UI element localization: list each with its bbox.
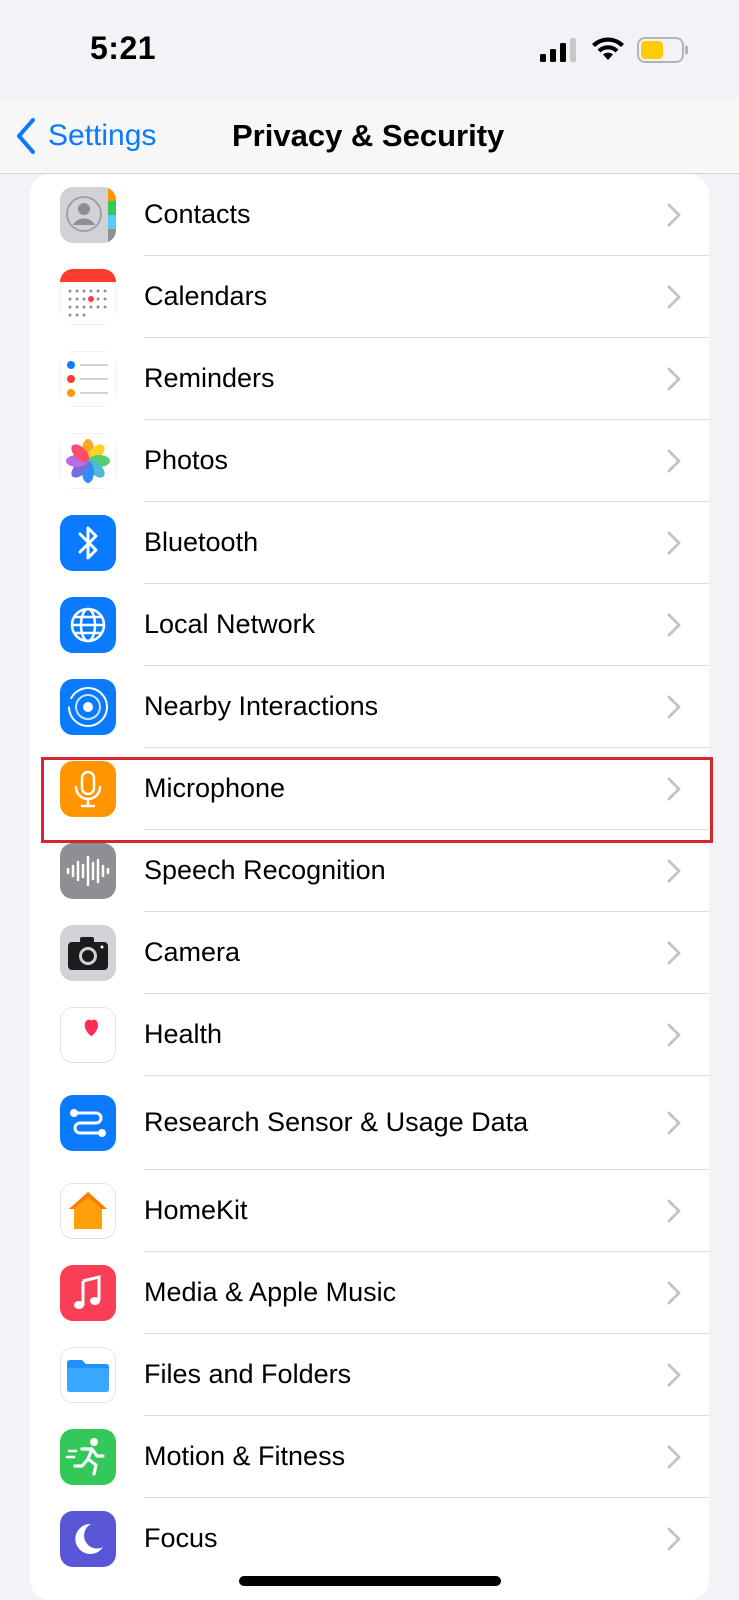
chevron-right-icon (667, 613, 681, 637)
bluetooth-icon (60, 515, 116, 571)
list-item-health[interactable]: Health (30, 994, 709, 1076)
chevron-right-icon (667, 1199, 681, 1223)
chevron-right-icon (667, 285, 681, 309)
globe-icon (60, 597, 116, 653)
back-button[interactable]: Settings (14, 114, 156, 158)
chevron-right-icon (667, 1363, 681, 1387)
list-item-calendars[interactable]: Calendars (30, 256, 709, 338)
list-item-label: Camera (144, 937, 241, 967)
reminders-icon (60, 351, 116, 407)
list-item-label: Research Sensor & Usage Data (144, 1107, 529, 1137)
list-item-reminders[interactable]: Reminders (30, 338, 709, 420)
chevron-right-icon (667, 1023, 681, 1047)
chevron-right-icon (667, 695, 681, 719)
list-item-contacts[interactable]: Contacts (30, 174, 709, 256)
chevron-right-icon (667, 1281, 681, 1305)
list-item-label: Reminders (144, 363, 275, 393)
chevron-right-icon (667, 1111, 681, 1135)
chevron-right-icon (667, 941, 681, 965)
list-item-label: Files and Folders (144, 1359, 352, 1389)
research-icon (60, 1095, 116, 1151)
calendar-icon (60, 269, 116, 325)
list-item-label: Microphone (144, 773, 286, 803)
list-item-label: Contacts (144, 199, 251, 229)
list-item-local-network[interactable]: Local Network (30, 584, 709, 666)
contacts-icon (60, 187, 116, 243)
running-figure-icon (60, 1429, 116, 1485)
page-title: Privacy & Security (232, 118, 505, 153)
chevron-right-icon (667, 203, 681, 227)
photos-icon (60, 433, 116, 489)
chevron-right-icon (667, 777, 681, 801)
moon-icon (60, 1511, 116, 1567)
status-bar: 5:21 (0, 0, 739, 100)
list-item-label: Local Network (144, 609, 316, 639)
list-item-research-sensor[interactable]: Research Sensor & Usage Data (30, 1076, 709, 1170)
chevron-right-icon (667, 1527, 681, 1551)
wifi-icon (592, 37, 624, 60)
microphone-icon (60, 761, 116, 817)
cellular-signal-icon (540, 38, 576, 62)
list-item-label: Photos (144, 445, 229, 475)
home-indicator[interactable] (239, 1576, 501, 1586)
chevron-right-icon (667, 449, 681, 473)
battery-icon (637, 37, 688, 63)
list-item-label: Media & Apple Music (144, 1277, 397, 1307)
list-item-homekit[interactable]: HomeKit (30, 1170, 709, 1252)
waveform-icon (60, 843, 116, 899)
list-item-label: Health (144, 1019, 223, 1049)
list-item-camera[interactable]: Camera (30, 912, 709, 994)
nearby-interactions-icon (60, 679, 116, 735)
status-time: 5:21 (90, 30, 157, 66)
list-item-label: HomeKit (144, 1195, 248, 1225)
list-item-speech-recognition[interactable]: Speech Recognition (30, 830, 709, 912)
list-item-nearby-interactions[interactable]: Nearby Interactions (30, 666, 709, 748)
list-item-bluetooth[interactable]: Bluetooth (30, 502, 709, 584)
heart-icon (60, 1007, 116, 1063)
music-note-icon (60, 1265, 116, 1321)
list-item-photos[interactable]: Photos (30, 420, 709, 502)
navigation-bar: Settings Privacy & Security (0, 100, 739, 174)
list-item-files-folders[interactable]: Files and Folders (30, 1334, 709, 1416)
list-item-label: Calendars (144, 281, 268, 311)
chevron-right-icon (667, 367, 681, 391)
chevron-right-icon (667, 531, 681, 555)
home-icon (60, 1183, 116, 1239)
list-item-focus[interactable]: Focus (30, 1498, 709, 1580)
chevron-right-icon (667, 859, 681, 883)
list-item-motion-fitness[interactable]: Motion & Fitness (30, 1416, 709, 1498)
chevron-right-icon (667, 1445, 681, 1469)
chevron-left-icon (17, 118, 35, 154)
list-item-label: Motion & Fitness (144, 1441, 346, 1471)
privacy-settings-list: Contacts Calendars Reminders Photos Blue… (30, 174, 709, 1600)
list-item-label: Focus (144, 1523, 218, 1553)
list-item-label: Bluetooth (144, 527, 259, 557)
list-item-label: Nearby Interactions (144, 691, 379, 721)
back-button-label: Settings (48, 119, 157, 152)
camera-icon (60, 925, 116, 981)
list-item-microphone[interactable]: Microphone (30, 748, 709, 830)
folder-icon (60, 1347, 116, 1403)
list-item-media-apple-music[interactable]: Media & Apple Music (30, 1252, 709, 1334)
list-item-label: Speech Recognition (144, 855, 386, 885)
